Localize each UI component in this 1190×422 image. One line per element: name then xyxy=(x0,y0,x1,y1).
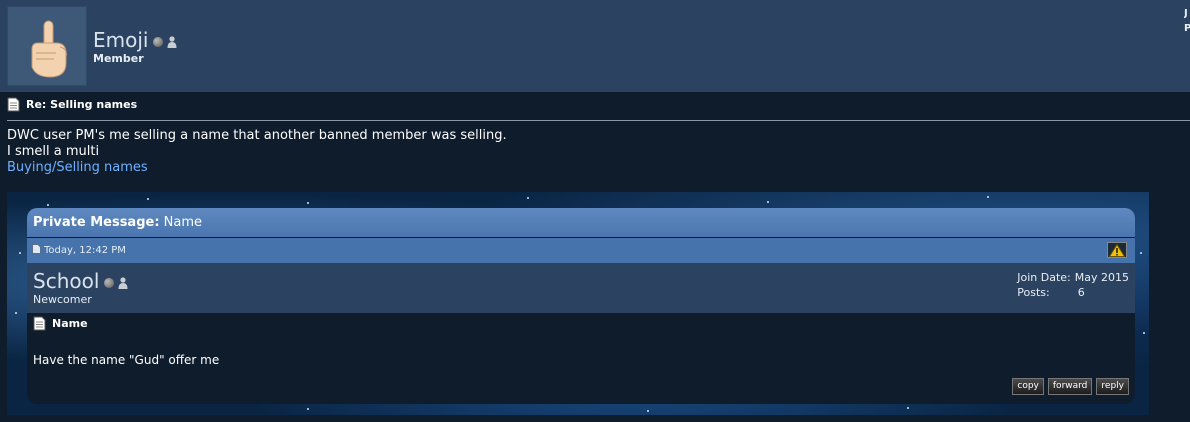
document-icon xyxy=(7,97,20,112)
post-divider xyxy=(7,120,1190,121)
join-date-row: Join Date: May 2015 xyxy=(1017,270,1129,285)
user-profile-icon[interactable] xyxy=(118,277,128,289)
post-title-row: Re: Selling names xyxy=(7,97,137,112)
post-author-header: Emoji Member J P xyxy=(0,0,1190,92)
pm-date: Today, 12:42 PM xyxy=(44,245,126,256)
posts-label: Posts: xyxy=(1017,286,1050,299)
pm-sender-info: School Newcomer Join Date: May 2015 Posts… xyxy=(27,263,1135,313)
buying-selling-names-link[interactable]: Buying/Selling names xyxy=(7,160,507,176)
warning-icon xyxy=(1109,243,1125,257)
pm-sender-stats: Join Date: May 2015 Posts: 6 xyxy=(1017,270,1129,300)
offline-status-icon xyxy=(153,37,163,47)
join-date-value: May 2015 xyxy=(1074,271,1129,284)
pm-header-subject: Name xyxy=(163,215,203,230)
copy-button[interactable]: copy xyxy=(1012,378,1044,395)
truncated-sidebar-text: J P xyxy=(1184,8,1190,34)
report-button[interactable] xyxy=(1107,242,1127,258)
post-title: Re: Selling names xyxy=(26,98,138,111)
reply-button[interactable]: reply xyxy=(1096,378,1129,395)
private-message-box: Private Message: Name Today, 12:42 PM Sc… xyxy=(27,208,1135,404)
posts-value: 6 xyxy=(1077,286,1085,299)
pm-header: Private Message: Name xyxy=(27,208,1135,237)
posts-row: Posts: 6 xyxy=(1017,285,1129,300)
post-body: DWC user PM's me selling a name that ano… xyxy=(7,128,507,176)
middle-finger-hand-icon xyxy=(31,20,67,78)
pm-date-bar: Today, 12:42 PM xyxy=(27,238,1135,263)
document-icon xyxy=(32,244,41,257)
post-author-usertitle: Member xyxy=(93,52,144,65)
user-profile-icon[interactable] xyxy=(167,36,177,48)
pm-sender-usertitle: Newcomer xyxy=(33,293,92,306)
sender-status-group xyxy=(104,277,128,289)
join-date-label: Join Date: xyxy=(1017,271,1071,284)
embedded-pm-screenshot: Private Message: Name Today, 12:42 PM Sc… xyxy=(7,192,1149,415)
post-author-username[interactable]: Emoji xyxy=(93,28,148,52)
offline-status-icon xyxy=(104,278,114,288)
pm-message: Have the name "Gud" offer me xyxy=(33,353,220,367)
pm-header-label: Private Message: xyxy=(33,215,160,230)
avatar[interactable] xyxy=(7,6,87,86)
document-icon xyxy=(33,316,46,331)
forward-button[interactable]: forward xyxy=(1047,378,1093,395)
pm-title-row: Name xyxy=(33,316,88,331)
pm-sender-username[interactable]: School xyxy=(33,269,99,293)
pm-title: Name xyxy=(52,317,88,330)
author-status-group xyxy=(153,36,177,48)
pm-actions: copy forward reply xyxy=(1012,378,1129,395)
post-body-line: I smell a multi xyxy=(7,144,100,159)
post-body-line: DWC user PM's me selling a name that ano… xyxy=(7,128,507,143)
